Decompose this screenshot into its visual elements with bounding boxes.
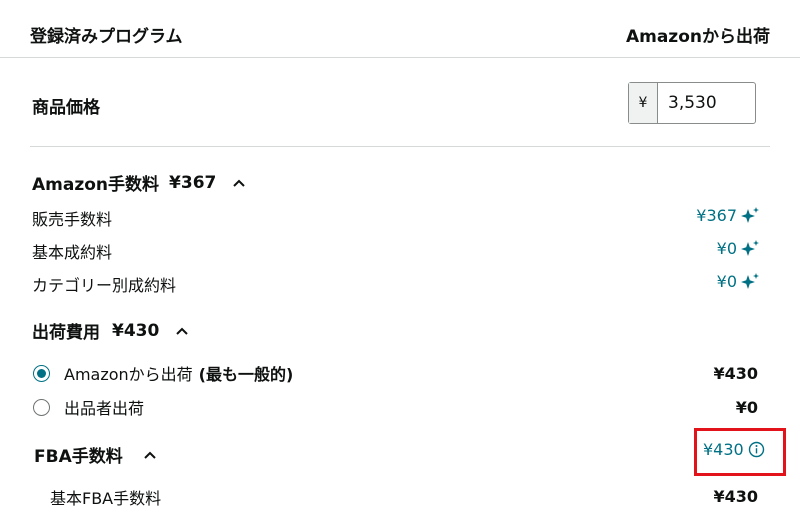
referral-fee-label: 販売手数料 [32, 210, 113, 229]
merchant-fulfilled-radio[interactable] [33, 398, 50, 416]
shipping-costs-toggle[interactable]: 出荷費用 ¥430 [32, 318, 189, 343]
referral-fee-row-value: ¥367 [696, 206, 760, 225]
category-closing-fee-label: カテゴリー別成約料 [32, 276, 177, 295]
shipping-costs-total: ¥430 [112, 320, 160, 341]
merchant-fulfilled-value: ¥0 [735, 398, 758, 417]
currency-prefix: ¥ [629, 83, 658, 123]
fba-fees-total-link[interactable]: ¥430 [703, 440, 765, 459]
ship-by-amazon-value: ¥430 [713, 364, 758, 383]
item-price-label: 商品価格 [32, 98, 100, 118]
chevron-up-icon [233, 179, 246, 187]
fba-fees-title: FBA手数料 [34, 447, 123, 467]
chevron-up-icon [144, 451, 156, 459]
amazon-fees-title: Amazon手数料 [32, 175, 160, 195]
fba-fees-total: ¥430 [703, 440, 744, 459]
shipping-costs-title: 出荷費用 [32, 323, 100, 343]
ship-by-amazon-radio[interactable] [33, 364, 50, 382]
programs-heading: 登録済みプログラム [30, 27, 183, 47]
fba-fees-toggle[interactable]: FBA手数料 [34, 442, 157, 467]
most-common-note: (最も一般的) [198, 365, 294, 384]
base-closing-fee-row-value: ¥0 [717, 239, 760, 258]
base-closing-fee-value: ¥0 [716, 239, 737, 258]
amazon-fees-total: ¥367 [169, 172, 217, 193]
category-closing-fee-row-value: ¥0 [717, 272, 760, 291]
header-divider [0, 57, 800, 58]
base-closing-fee-label: 基本成約料 [32, 243, 113, 262]
item-price-input[interactable]: ¥ 3,530 [628, 82, 756, 124]
basic-fba-fee-label: 基本FBA手数料 [50, 489, 162, 508]
merchant-fulfilled-label: 出品者出荷 [64, 399, 145, 418]
sparkle-icon [741, 206, 759, 223]
sparkle-icon [741, 239, 759, 256]
category-closing-fee-value: ¥0 [716, 272, 737, 291]
fulfillment-heading: Amazonから出荷 [625, 27, 770, 47]
sparkle-icon [741, 272, 759, 289]
referral-fee-value: ¥367 [696, 206, 737, 225]
chevron-up-icon [176, 327, 189, 335]
basic-fba-fee-value: ¥430 [713, 487, 758, 506]
ship-by-amazon-label: Amazonから出荷 [64, 365, 193, 384]
info-icon[interactable] [748, 441, 765, 458]
ship-by-amazon-option[interactable]: Amazonから出荷 (最も一般的) [33, 361, 293, 385]
amazon-fees-toggle[interactable]: Amazon手数料 ¥367 [32, 170, 246, 195]
price-divider [30, 146, 770, 147]
merchant-fulfilled-option[interactable]: 出品者出荷 [33, 395, 144, 419]
item-price-value[interactable]: 3,530 [658, 83, 755, 123]
